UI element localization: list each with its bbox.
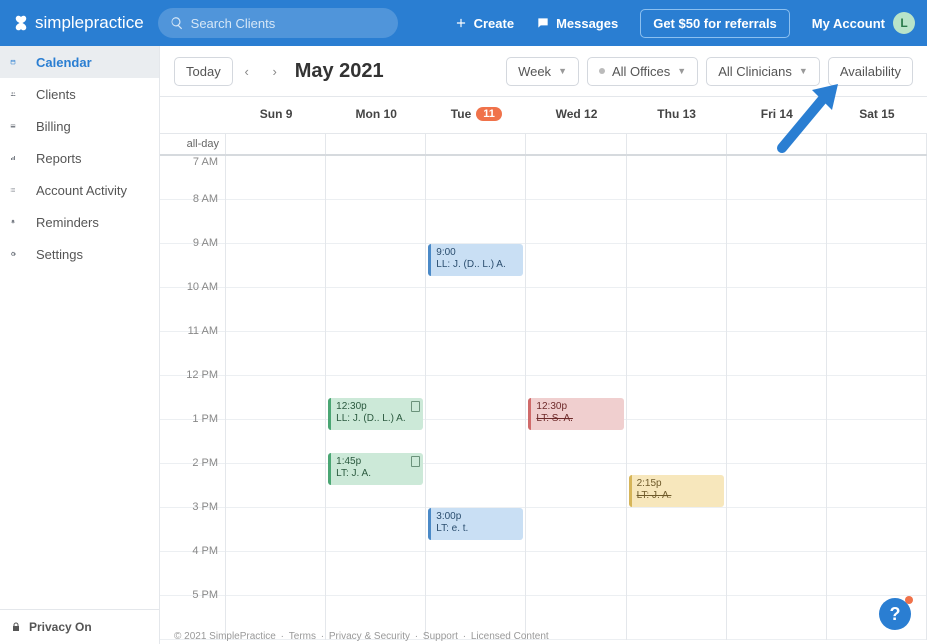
privacy-toggle[interactable]: Privacy On: [0, 609, 159, 644]
day-header[interactable]: Tue11: [426, 97, 526, 133]
sidebar-item-settings[interactable]: Settings: [0, 238, 159, 270]
plus-icon: [454, 16, 468, 30]
topbar: simplepractice Search Clients Create Mes…: [0, 0, 927, 46]
chart-icon: [10, 150, 26, 166]
brand-logo[interactable]: simplepractice: [12, 13, 144, 33]
day-column[interactable]: [226, 156, 326, 640]
message-icon: [536, 16, 550, 30]
chevron-down-icon: ▼: [558, 66, 567, 76]
help-button[interactable]: ?: [879, 598, 911, 630]
sidebar-item-reminders[interactable]: Reminders: [0, 206, 159, 238]
day-column[interactable]: [827, 156, 927, 640]
brand-name: simplepractice: [35, 13, 144, 33]
clinicians-filter[interactable]: All Clinicians▼: [706, 57, 820, 86]
sidebar-item-reports[interactable]: Reports: [0, 142, 159, 174]
footer-link[interactable]: Licensed Content: [471, 631, 549, 642]
calendar-event[interactable]: 12:30pLL: J. (D.. L.) A.: [328, 398, 423, 430]
note-icon: [411, 456, 420, 467]
sidebar-item-calendar[interactable]: Calendar: [0, 46, 159, 78]
sidebar-item-activity[interactable]: Account Activity: [0, 174, 159, 206]
today-button[interactable]: Today: [174, 57, 233, 86]
day-column[interactable]: 12:30pLL: J. (D.. L.) A. 1:45pLT: J. A.: [326, 156, 426, 640]
day-header[interactable]: Thu 13: [627, 97, 727, 133]
people-icon: [10, 86, 26, 102]
calendar-event[interactable]: 9:00LL: J. (D.. L.) A.: [428, 244, 523, 276]
day-column[interactable]: [727, 156, 827, 640]
dot-icon: [599, 68, 605, 74]
offices-filter[interactable]: All Offices▼: [587, 57, 698, 86]
calendar-grid[interactable]: 7 AM8 AM9 AM10 AM11 AM12 PM1 PM2 PM3 PM4…: [160, 156, 927, 644]
list-icon: [10, 182, 26, 198]
day-header-row: Sun 9 Mon 10 Tue11 Wed 12 Thu 13 Fri 14 …: [160, 97, 927, 134]
day-header[interactable]: Wed 12: [526, 97, 626, 133]
chevron-down-icon: ▼: [799, 66, 808, 76]
chevron-down-icon: ▼: [677, 66, 686, 76]
allday-row: all-day: [160, 134, 927, 156]
day-column[interactable]: 12:30pLT: S. A.: [526, 156, 626, 640]
footer-link[interactable]: Terms: [289, 631, 316, 642]
footer-copyright: © 2021 SimplePractice · Terms · Privacy …: [172, 631, 551, 642]
search-icon: [170, 16, 184, 30]
day-header[interactable]: Mon 10: [326, 97, 426, 133]
footer-link[interactable]: Support: [423, 631, 458, 642]
day-header[interactable]: Sat 15: [827, 97, 927, 133]
butterfly-icon: [12, 14, 30, 32]
calendar-icon: [10, 54, 26, 70]
avatar: L: [893, 12, 915, 34]
calendar-panel: Today ‹ › May 2021 Week▼ All Offices▼ Al…: [160, 46, 927, 644]
my-account-button[interactable]: My Account L: [812, 12, 915, 34]
referral-button[interactable]: Get $50 for referrals: [640, 9, 790, 38]
card-icon: [10, 118, 26, 134]
sidebar: Calendar Clients Billing Reports Account…: [0, 46, 160, 644]
calendar-event[interactable]: 1:45pLT: J. A.: [328, 453, 423, 485]
footer-link[interactable]: Privacy & Security: [329, 631, 410, 642]
bell-icon: [10, 214, 26, 230]
day-column[interactable]: 9:00LL: J. (D.. L.) A. 3:00pLT: e. t.: [426, 156, 526, 640]
next-week-button[interactable]: ›: [261, 56, 289, 86]
view-select[interactable]: Week▼: [506, 57, 579, 86]
messages-button[interactable]: Messages: [536, 16, 618, 31]
sidebar-item-billing[interactable]: Billing: [0, 110, 159, 142]
prev-week-button[interactable]: ‹: [233, 56, 261, 86]
calendar-event[interactable]: 2:15pLT: J. A.: [629, 475, 724, 507]
day-column[interactable]: 2:15pLT: J. A.: [627, 156, 727, 640]
day-header[interactable]: Fri 14: [727, 97, 827, 133]
create-button[interactable]: Create: [454, 16, 514, 31]
today-badge: 11: [476, 107, 502, 121]
gear-icon: [10, 246, 26, 262]
calendar-event[interactable]: 3:00pLT: e. t.: [428, 508, 523, 540]
search-input[interactable]: Search Clients: [158, 8, 398, 38]
calendar-toolbar: Today ‹ › May 2021 Week▼ All Offices▼ Al…: [160, 46, 927, 97]
calendar-title: May 2021: [295, 60, 384, 83]
availability-button[interactable]: Availability: [828, 57, 913, 86]
lock-icon: [10, 621, 22, 633]
note-icon: [411, 401, 420, 412]
day-header[interactable]: Sun 9: [226, 97, 326, 133]
calendar-event[interactable]: 12:30pLT: S. A.: [528, 398, 623, 430]
sidebar-item-clients[interactable]: Clients: [0, 78, 159, 110]
search-placeholder: Search Clients: [191, 16, 276, 31]
